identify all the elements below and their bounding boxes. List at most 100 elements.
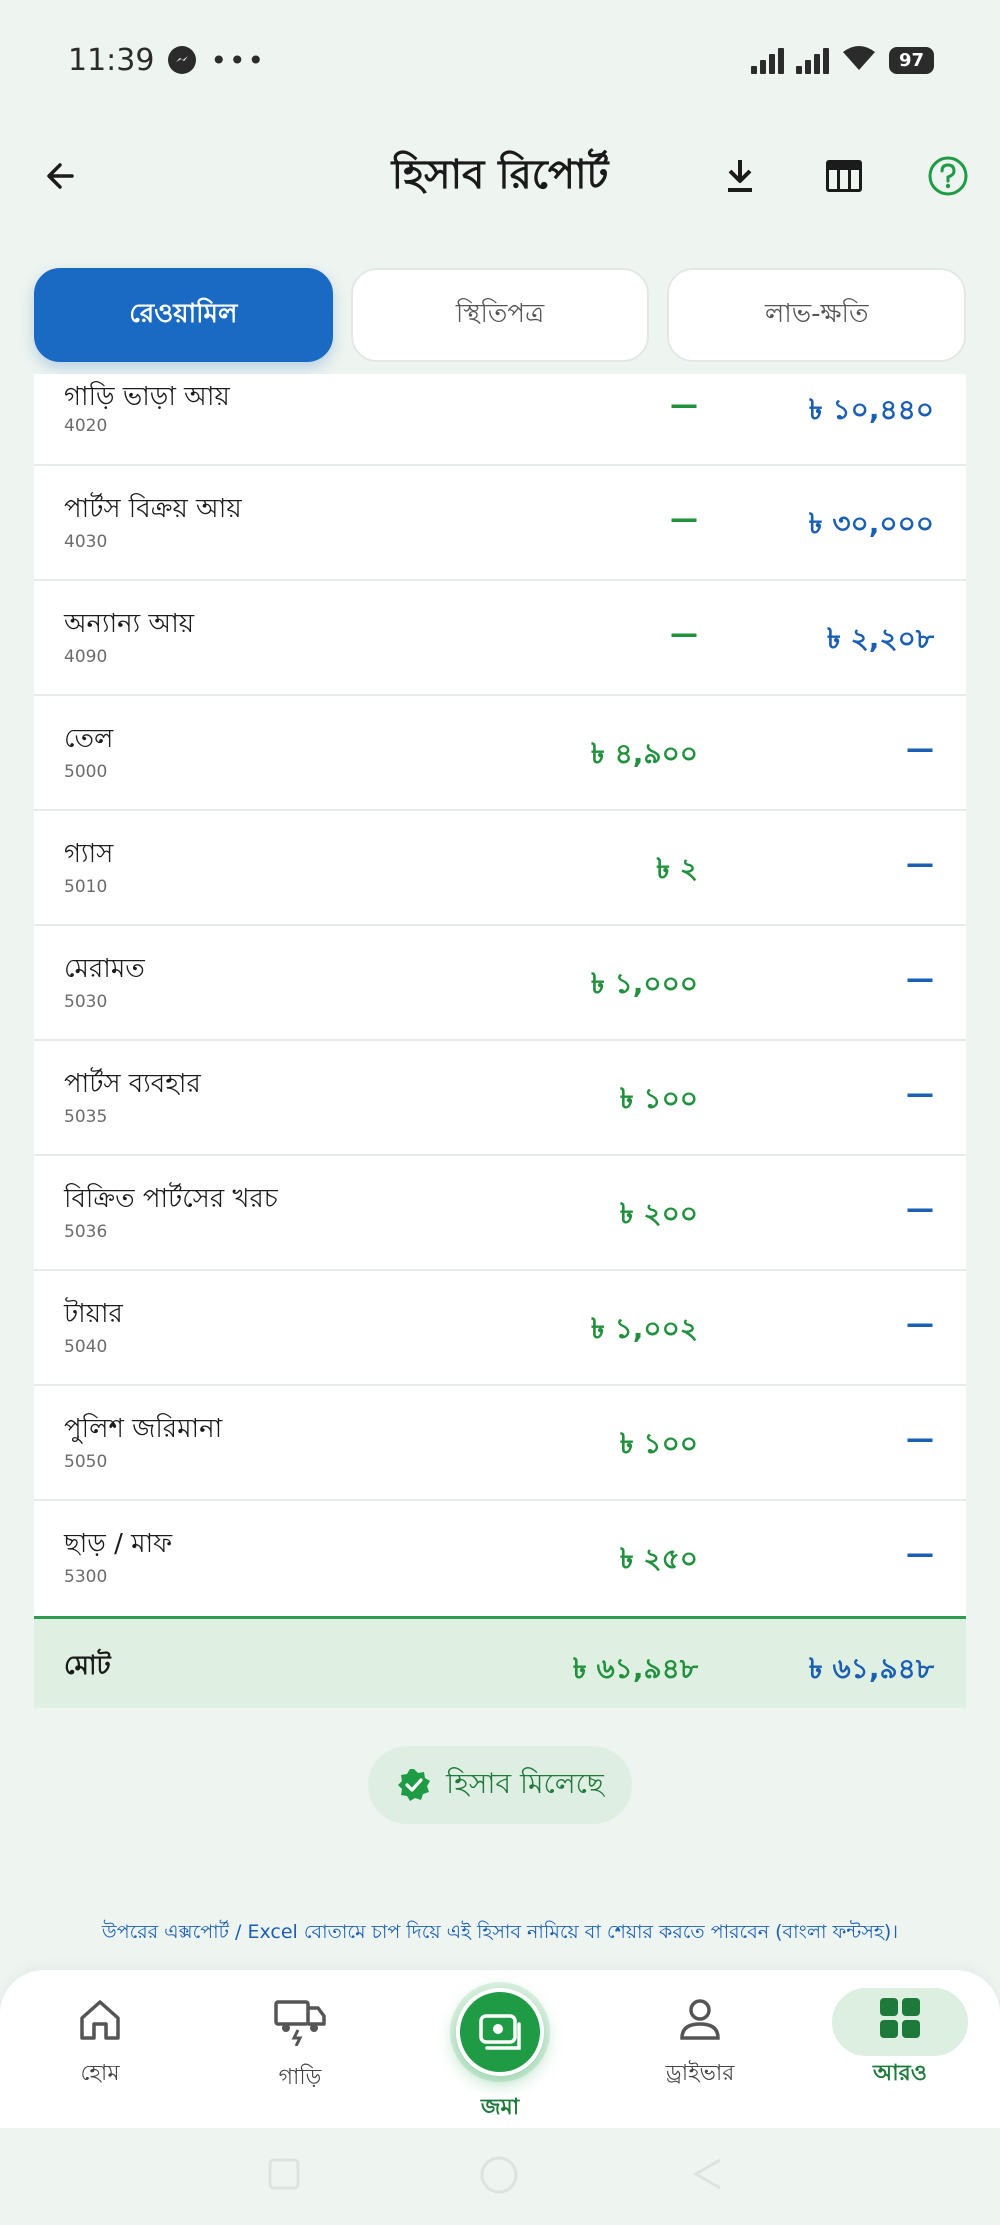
account-name: গ্যাস [64,839,114,869]
credit-value: — [906,1422,934,1455]
home-circle-icon[interactable] [478,2154,520,2196]
more-notifications-icon: ••• [210,43,267,77]
person-icon [680,1999,720,2040]
table-row: বিক্রিত পার্টসের খরচ 5036 ৳ ২০০ — [34,1156,966,1271]
debit-value: — [670,617,698,650]
credit-value: — [906,962,934,995]
account-code: 5035 [64,1107,108,1127]
credit-value: ৳ ৩০,০০০ [808,507,934,540]
credit-value: ৳ ২,২০৮ [826,622,934,655]
report-tabs: রেওয়ামিল স্থিতিপত্র লাভ-ক্ষতি [34,268,967,362]
app-header: হিসাব রিপোর্ট [0,120,1000,232]
debit-value: ৳ ১,০০০ [590,967,698,1000]
tab-profit-loss[interactable]: লাভ-ক্ষতি [667,268,967,362]
export-hint-text: উপরের এক্সপোর্ট / Excel বোতামে চাপ দিয়ে… [101,1921,899,1943]
table-row: পুলিশ জরিমানা 5050 ৳ ১০০ — [34,1386,966,1501]
battery-indicator: 97 [888,46,934,74]
account-code: 5036 [64,1222,108,1242]
table-row: ছাড় / মাফ 5300 ৳ ২৫০ — [34,1501,966,1616]
account-name: অন্যান্য আয় [64,609,195,639]
account-code: 5030 [64,992,108,1012]
table-row: টায়ার 5040 ৳ ১,০০২ — [34,1271,966,1386]
table-row: গাড়ি ভাড়া আয় 4020 — ৳ ১০,৪৪০ [34,374,966,466]
total-label: মোট [64,1651,111,1681]
credit-value: — [906,847,934,880]
truck-icon [274,2000,326,2046]
account-name: বিক্রিত পার্টসের খরচ [64,1184,278,1214]
debit-value: — [670,502,698,535]
account-code: 4020 [64,416,108,436]
debit-value: ৳ ১,০০২ [590,1312,698,1345]
nav-deposit-label: জমা [480,2095,520,2120]
credit-value: — [906,1077,934,1110]
recent-apps-icon[interactable] [266,2156,302,2192]
balanced-label: হিসাব মিলেছে [446,1766,604,1800]
table-row: অন্যান্য আয় 4090 — ৳ ২,২০৮ [34,581,966,696]
table-row: পার্টস ব্যবহার 5035 ৳ ১০০ — [34,1041,966,1156]
credit-value: ৳ ১০,৪৪০ [808,393,934,426]
debit-value: ৳ ২ [656,852,698,885]
debit-value: — [670,388,698,421]
status-time: 11:39 [68,42,155,78]
back-triangle-icon[interactable] [690,2156,726,2192]
download-icon [728,160,752,192]
nav-vehicle[interactable]: গাড়ি [230,1996,370,2097]
table-row: তেল 5000 ৳ ৪,৯০০ — [34,696,966,811]
debit-value: ৳ ৪,৯০০ [590,737,698,770]
credit-value: — [906,1192,934,1225]
cash-icon [479,2014,521,2050]
account-code: 5010 [64,877,108,897]
debit-value: ৳ ১০০ [619,1082,698,1115]
system-navigation-bar [0,2128,1000,2225]
trial-balance-table: গাড়ি ভাড়া আয় 4020 — ৳ ১০,৪৪০ পার্টস ব… [34,374,966,1616]
total-debit: ৳ ৬১,৯৪৮ [572,1652,698,1685]
excel-table-button[interactable] [812,144,876,208]
nav-more-label: আরও [873,2061,927,2086]
nav-more[interactable]: আরও [830,1996,970,2093]
status-bar: 11:39 ••• 97 [0,0,1000,120]
total-row: মোট ৳ ৬১,৯৪৮ ৳ ৬১,৯৪৮ [34,1616,966,1708]
account-name: পুলিশ জরিমানা [64,1414,223,1444]
wifi-icon [841,44,877,76]
account-name: ছাড় / মাফ [64,1529,173,1559]
help-circle-icon [928,156,968,196]
table-row: মেরামত 5030 ৳ ১,০০০ — [34,926,966,1041]
nav-home[interactable]: হোম [30,1996,170,2093]
deposit-fab-button[interactable] [456,1988,544,2076]
credit-value: — [906,1307,934,1340]
account-name: পার্টস বিক্রয় আয় [64,494,242,524]
help-button[interactable] [916,144,980,208]
signal-icon [750,46,784,74]
status-left: 11:39 ••• [68,43,266,78]
nav-driver[interactable]: ড্রাইভার [630,1996,770,2093]
account-code: 4090 [64,647,108,667]
nav-driver-label: ড্রাইভার [665,2061,735,2086]
verified-check-icon [398,1769,431,1801]
account-name: পার্টস ব্যবহার [64,1069,201,1099]
nav-home-label: হোম [80,2061,120,2086]
grid-icon [880,1998,920,2038]
tab-trial-balance[interactable]: রেওয়ামিল [34,268,333,362]
account-code: 5300 [64,1567,108,1587]
status-right: 97 [750,44,934,76]
credit-value: — [906,732,934,765]
table-row: গ্যাস 5010 ৳ ২ — [34,811,966,926]
nav-vehicle-label: গাড়ি [278,2065,322,2090]
account-code: 5040 [64,1337,108,1357]
deposit-fab-halo [450,1982,550,2082]
table-row: পার্টস বিক্রয় আয় 4030 — ৳ ৩০,০০০ [34,466,966,581]
total-credit: ৳ ৬১,৯৪৮ [808,1652,934,1685]
account-name: মেরামত [64,954,145,984]
download-button[interactable] [708,144,772,208]
messenger-icon [168,46,197,74]
tab-balance-sheet[interactable]: স্থিতিপত্র [350,268,650,362]
account-name: টায়ার [64,1299,123,1329]
account-code: 5050 [64,1452,108,1472]
debit-value: ৳ ২৫০ [619,1542,698,1575]
table-icon [826,160,862,192]
account-name: তেল [64,724,114,754]
debit-value: ৳ ২০০ [619,1197,698,1230]
account-code: 4030 [64,532,108,552]
signal-icon-2 [795,46,829,74]
credit-value: — [906,1537,934,1570]
